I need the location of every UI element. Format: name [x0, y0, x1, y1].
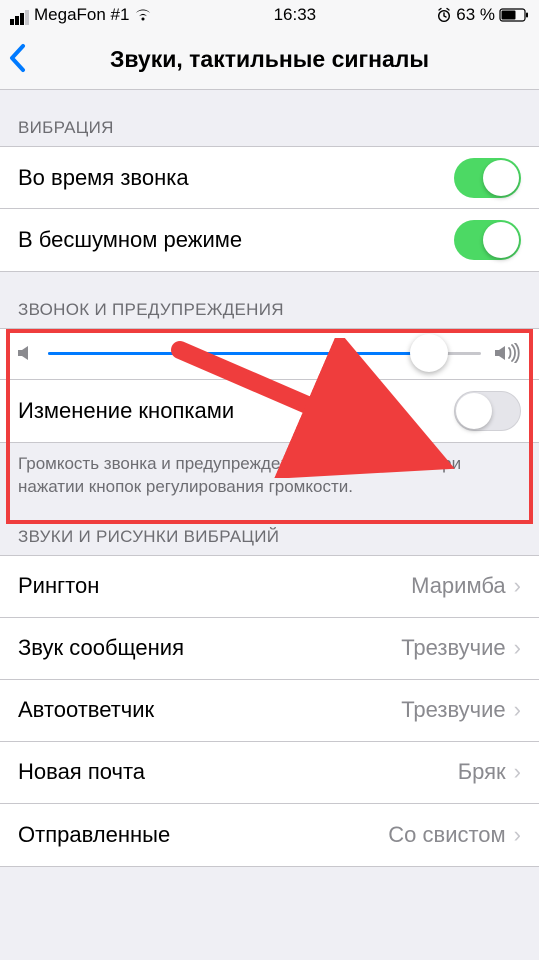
speaker-min-icon: [18, 344, 34, 362]
chevron-right-icon: ›: [514, 697, 521, 723]
nav-bar: Звуки, тактильные сигналы: [0, 30, 539, 90]
row-vibrate-on-ring[interactable]: Во время звонка: [0, 147, 539, 209]
row-label: Звук сообщения: [18, 635, 401, 661]
volume-slider[interactable]: [48, 352, 481, 355]
chevron-right-icon: ›: [514, 759, 521, 785]
section-header-sounds: ЗВУКИ И РИСУНКИ ВИБРАЦИЙ: [0, 499, 539, 555]
status-bar: MegaFon #1 16:33 63 %: [0, 0, 539, 30]
chevron-right-icon: ›: [514, 822, 521, 848]
row-label: Автоответчик: [18, 697, 401, 723]
switch-change-with-buttons[interactable]: [454, 391, 521, 431]
nav-title: Звуки, тактильные сигналы: [110, 46, 429, 73]
chevron-right-icon: ›: [514, 573, 521, 599]
signal-icon: [10, 5, 30, 25]
row-volume-slider: [0, 329, 539, 380]
row-label: Изменение кнопками: [18, 398, 454, 424]
row-label: Новая почта: [18, 759, 458, 785]
switch-vibrate-on-ring[interactable]: [454, 158, 521, 198]
row-label: В бесшумном режиме: [18, 227, 454, 253]
status-time: 16:33: [153, 5, 436, 25]
carrier-label: MegaFon #1: [34, 5, 129, 25]
group-sounds: Рингтон Маримба › Звук сообщения Трезвуч…: [0, 555, 539, 867]
back-button[interactable]: [8, 40, 26, 80]
chevron-right-icon: ›: [514, 635, 521, 661]
row-label: Отправленные: [18, 822, 388, 848]
status-left: MegaFon #1: [10, 5, 153, 25]
row-sent-mail[interactable]: Отправленные Со свистом ›: [0, 804, 539, 866]
section-header-ringer: ЗВОНОК И ПРЕДУПРЕЖДЕНИЯ: [0, 272, 539, 328]
chevron-left-icon: [8, 43, 26, 73]
speaker-max-icon: [495, 343, 521, 363]
row-change-with-buttons[interactable]: Изменение кнопками: [0, 380, 539, 442]
section-footer-ringer: Громкость звонка и предупреждений не изм…: [0, 443, 539, 499]
slider-thumb[interactable]: [410, 334, 448, 372]
alarm-icon: [436, 7, 452, 23]
battery-percent: 63 %: [456, 5, 495, 25]
row-label: Рингтон: [18, 573, 411, 599]
group-ringer: Изменение кнопками: [0, 328, 539, 443]
section-header-vibration: ВИБРАЦИЯ: [0, 90, 539, 146]
row-label: Во время звонка: [18, 165, 454, 191]
row-value: Трезвучие: [401, 697, 505, 723]
row-value: Маримба: [411, 573, 506, 599]
battery-icon: [499, 8, 529, 22]
row-vibrate-on-silent[interactable]: В бесшумном режиме: [0, 209, 539, 271]
wifi-icon: [133, 8, 153, 22]
row-voicemail[interactable]: Автоответчик Трезвучие ›: [0, 680, 539, 742]
group-vibration: Во время звонка В бесшумном режиме: [0, 146, 539, 272]
row-value: Со свистом: [388, 822, 505, 848]
row-new-mail[interactable]: Новая почта Бряк ›: [0, 742, 539, 804]
status-right: 63 %: [436, 5, 529, 25]
row-text-tone[interactable]: Звук сообщения Трезвучие ›: [0, 618, 539, 680]
row-value: Бряк: [458, 759, 506, 785]
row-ringtone[interactable]: Рингтон Маримба ›: [0, 556, 539, 618]
switch-vibrate-on-silent[interactable]: [454, 220, 521, 260]
row-value: Трезвучие: [401, 635, 505, 661]
